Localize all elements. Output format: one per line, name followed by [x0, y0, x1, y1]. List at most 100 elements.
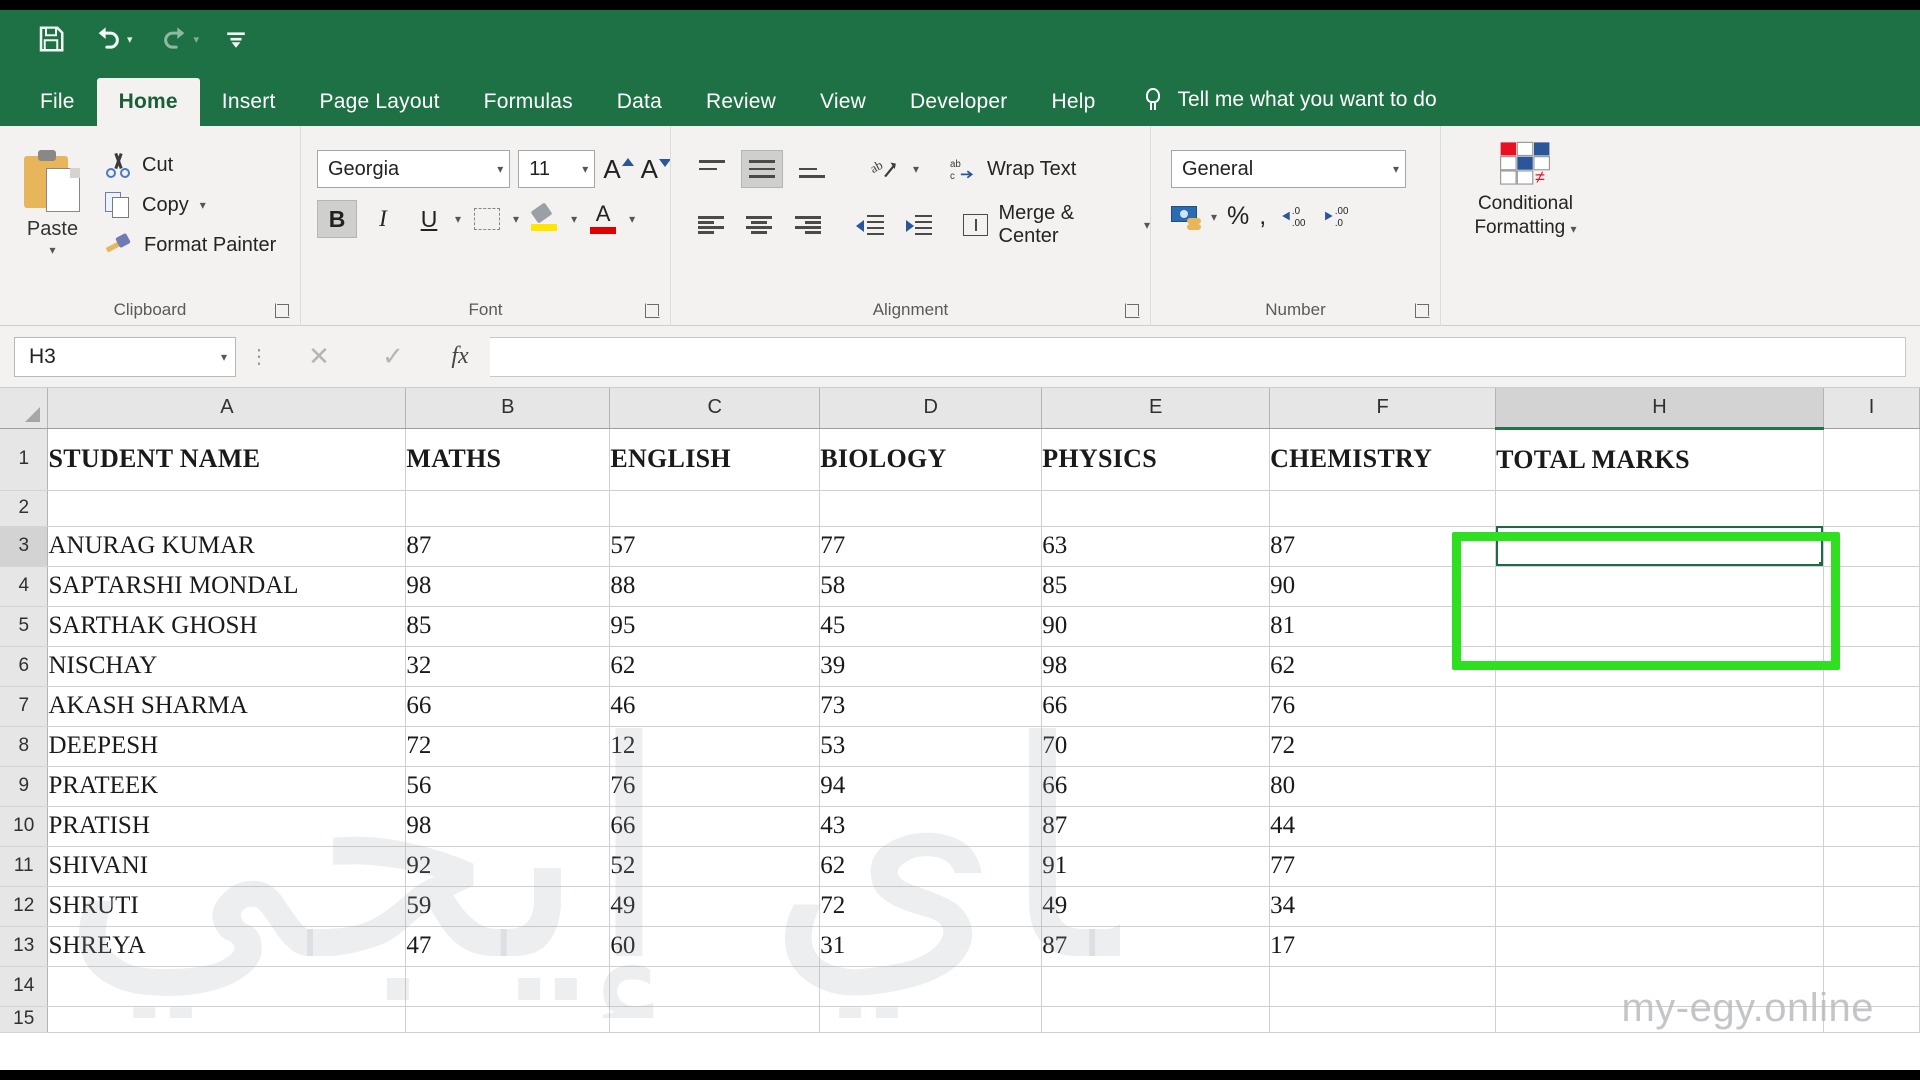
- align-right-button[interactable]: [788, 206, 828, 244]
- cell-i3[interactable]: [1823, 526, 1920, 567]
- name-box[interactable]: H3 ▾: [14, 336, 236, 377]
- clipboard-dialog-launcher[interactable]: [275, 303, 290, 318]
- cell-d11[interactable]: 62: [819, 846, 1043, 887]
- cell-e2[interactable]: [1041, 490, 1271, 527]
- tab-review[interactable]: Review: [684, 78, 798, 126]
- cell-h2[interactable]: [1495, 490, 1824, 527]
- font-dialog-launcher[interactable]: [645, 303, 660, 318]
- row-header-1[interactable]: 1: [0, 428, 49, 491]
- cell-a14[interactable]: [47, 966, 407, 1007]
- row-header-3[interactable]: 3: [0, 526, 49, 567]
- cell-h13[interactable]: [1495, 926, 1824, 967]
- tab-formulas[interactable]: Formulas: [462, 78, 595, 126]
- cell-b10[interactable]: 98: [405, 806, 611, 847]
- font-color-button[interactable]: A: [583, 200, 623, 238]
- cell-f3[interactable]: 87: [1269, 526, 1497, 567]
- cell-b3[interactable]: 87: [405, 526, 611, 567]
- cell-b1[interactable]: MATHS: [405, 428, 611, 491]
- cell-i5[interactable]: [1823, 606, 1920, 647]
- cell-h14[interactable]: [1495, 966, 1824, 1007]
- cell-b12[interactable]: 59: [405, 886, 611, 927]
- fill-color-button[interactable]: [525, 200, 565, 238]
- formula-input[interactable]: [490, 336, 1906, 377]
- cell-h10[interactable]: [1495, 806, 1824, 847]
- cell-c2[interactable]: [609, 490, 821, 527]
- cell-i1[interactable]: [1823, 428, 1920, 491]
- chevron-down-icon[interactable]: ▾: [497, 162, 503, 176]
- cell-a6[interactable]: NISCHAY: [47, 646, 407, 687]
- cell-a5[interactable]: SARTHAK GHOSH: [47, 606, 407, 647]
- cell-i14[interactable]: [1823, 966, 1920, 1007]
- paste-dropdown-icon[interactable]: ▾: [49, 243, 55, 257]
- column-header-i[interactable]: I: [1823, 388, 1920, 429]
- accounting-dropdown-icon[interactable]: ▾: [1211, 210, 1217, 224]
- cell-a12[interactable]: SHRUTI: [47, 886, 407, 927]
- cell-e13[interactable]: 87: [1041, 926, 1271, 967]
- row-header-15[interactable]: 15: [0, 1006, 49, 1033]
- redo-dropdown-icon[interactable]: ▾: [194, 33, 200, 46]
- cell-c11[interactable]: 52: [609, 846, 821, 887]
- cell-b6[interactable]: 32: [405, 646, 611, 687]
- tab-page-layout[interactable]: Page Layout: [298, 78, 462, 126]
- cut-button[interactable]: Cut: [105, 152, 276, 178]
- cell-e1[interactable]: PHYSICS: [1041, 428, 1271, 491]
- cell-c8[interactable]: 12: [609, 726, 821, 767]
- wrap-text-button[interactable]: ab c Wrap Text: [949, 156, 1076, 182]
- column-header-e[interactable]: E: [1041, 388, 1271, 429]
- conditional-formatting-dropdown-icon[interactable]: ▾: [1571, 222, 1577, 236]
- cell-f1[interactable]: CHEMISTRY: [1269, 428, 1497, 491]
- cell-i7[interactable]: [1823, 686, 1920, 727]
- cell-f15[interactable]: [1269, 1006, 1497, 1033]
- orientation-dropdown-icon[interactable]: ▾: [913, 162, 919, 176]
- cell-e9[interactable]: 66: [1041, 766, 1271, 807]
- cell-a8[interactable]: DEEPESH: [47, 726, 407, 767]
- cell-a3[interactable]: ANURAG KUMAR: [47, 526, 407, 567]
- borders-dropdown-icon[interactable]: ▾: [513, 212, 519, 226]
- column-header-a[interactable]: A: [47, 388, 407, 429]
- column-header-h[interactable]: H: [1495, 388, 1824, 430]
- cell-b15[interactable]: [405, 1006, 611, 1033]
- cell-e4[interactable]: 85: [1041, 566, 1271, 607]
- cell-f6[interactable]: 62: [1269, 646, 1497, 687]
- tell-me-box[interactable]: Tell me what you want to do: [1118, 88, 1437, 126]
- cell-f9[interactable]: 80: [1269, 766, 1497, 807]
- cell-b4[interactable]: 98: [405, 566, 611, 607]
- decrease-indent-button[interactable]: [850, 206, 890, 244]
- cell-i8[interactable]: [1823, 726, 1920, 767]
- cell-h6[interactable]: [1495, 646, 1824, 687]
- cell-e12[interactable]: 49: [1041, 886, 1271, 927]
- row-header-5[interactable]: 5: [0, 606, 49, 647]
- cell-f4[interactable]: 90: [1269, 566, 1497, 607]
- cell-e8[interactable]: 70: [1041, 726, 1271, 767]
- cell-a13[interactable]: SHREYA: [47, 926, 407, 967]
- cell-i2[interactable]: [1823, 490, 1920, 527]
- underline-dropdown-icon[interactable]: ▾: [455, 212, 461, 226]
- cell-d7[interactable]: 73: [819, 686, 1043, 727]
- format-painter-button[interactable]: Format Painter: [105, 232, 276, 258]
- cell-f2[interactable]: [1269, 490, 1497, 527]
- chevron-down-icon[interactable]: ▾: [582, 162, 588, 176]
- cell-a10[interactable]: PRATISH: [47, 806, 407, 847]
- tab-file[interactable]: File: [18, 78, 97, 126]
- cell-c3[interactable]: 57: [609, 526, 821, 567]
- cell-h1[interactable]: TOTAL MARKS: [1495, 428, 1824, 491]
- align-bottom-button[interactable]: [791, 150, 833, 188]
- cell-d3[interactable]: 77: [819, 526, 1043, 567]
- cell-f14[interactable]: [1269, 966, 1497, 1007]
- cell-b11[interactable]: 92: [405, 846, 611, 887]
- cell-d9[interactable]: 94: [819, 766, 1043, 807]
- cell-h9[interactable]: [1495, 766, 1824, 807]
- cell-c5[interactable]: 95: [609, 606, 821, 647]
- cell-f7[interactable]: 76: [1269, 686, 1497, 727]
- fill-color-dropdown-icon[interactable]: ▾: [571, 212, 577, 226]
- row-header-12[interactable]: 12: [0, 886, 49, 927]
- row-header-4[interactable]: 4: [0, 566, 49, 607]
- decrease-font-size-button[interactable]: A: [641, 154, 671, 185]
- cell-h8[interactable]: [1495, 726, 1824, 767]
- comma-style-button[interactable]: ,: [1259, 202, 1266, 231]
- cell-i13[interactable]: [1823, 926, 1920, 967]
- cell-e10[interactable]: 87: [1041, 806, 1271, 847]
- copy-button[interactable]: Copy ▾: [105, 192, 276, 218]
- tab-help[interactable]: Help: [1030, 78, 1118, 126]
- cell-f12[interactable]: 34: [1269, 886, 1497, 927]
